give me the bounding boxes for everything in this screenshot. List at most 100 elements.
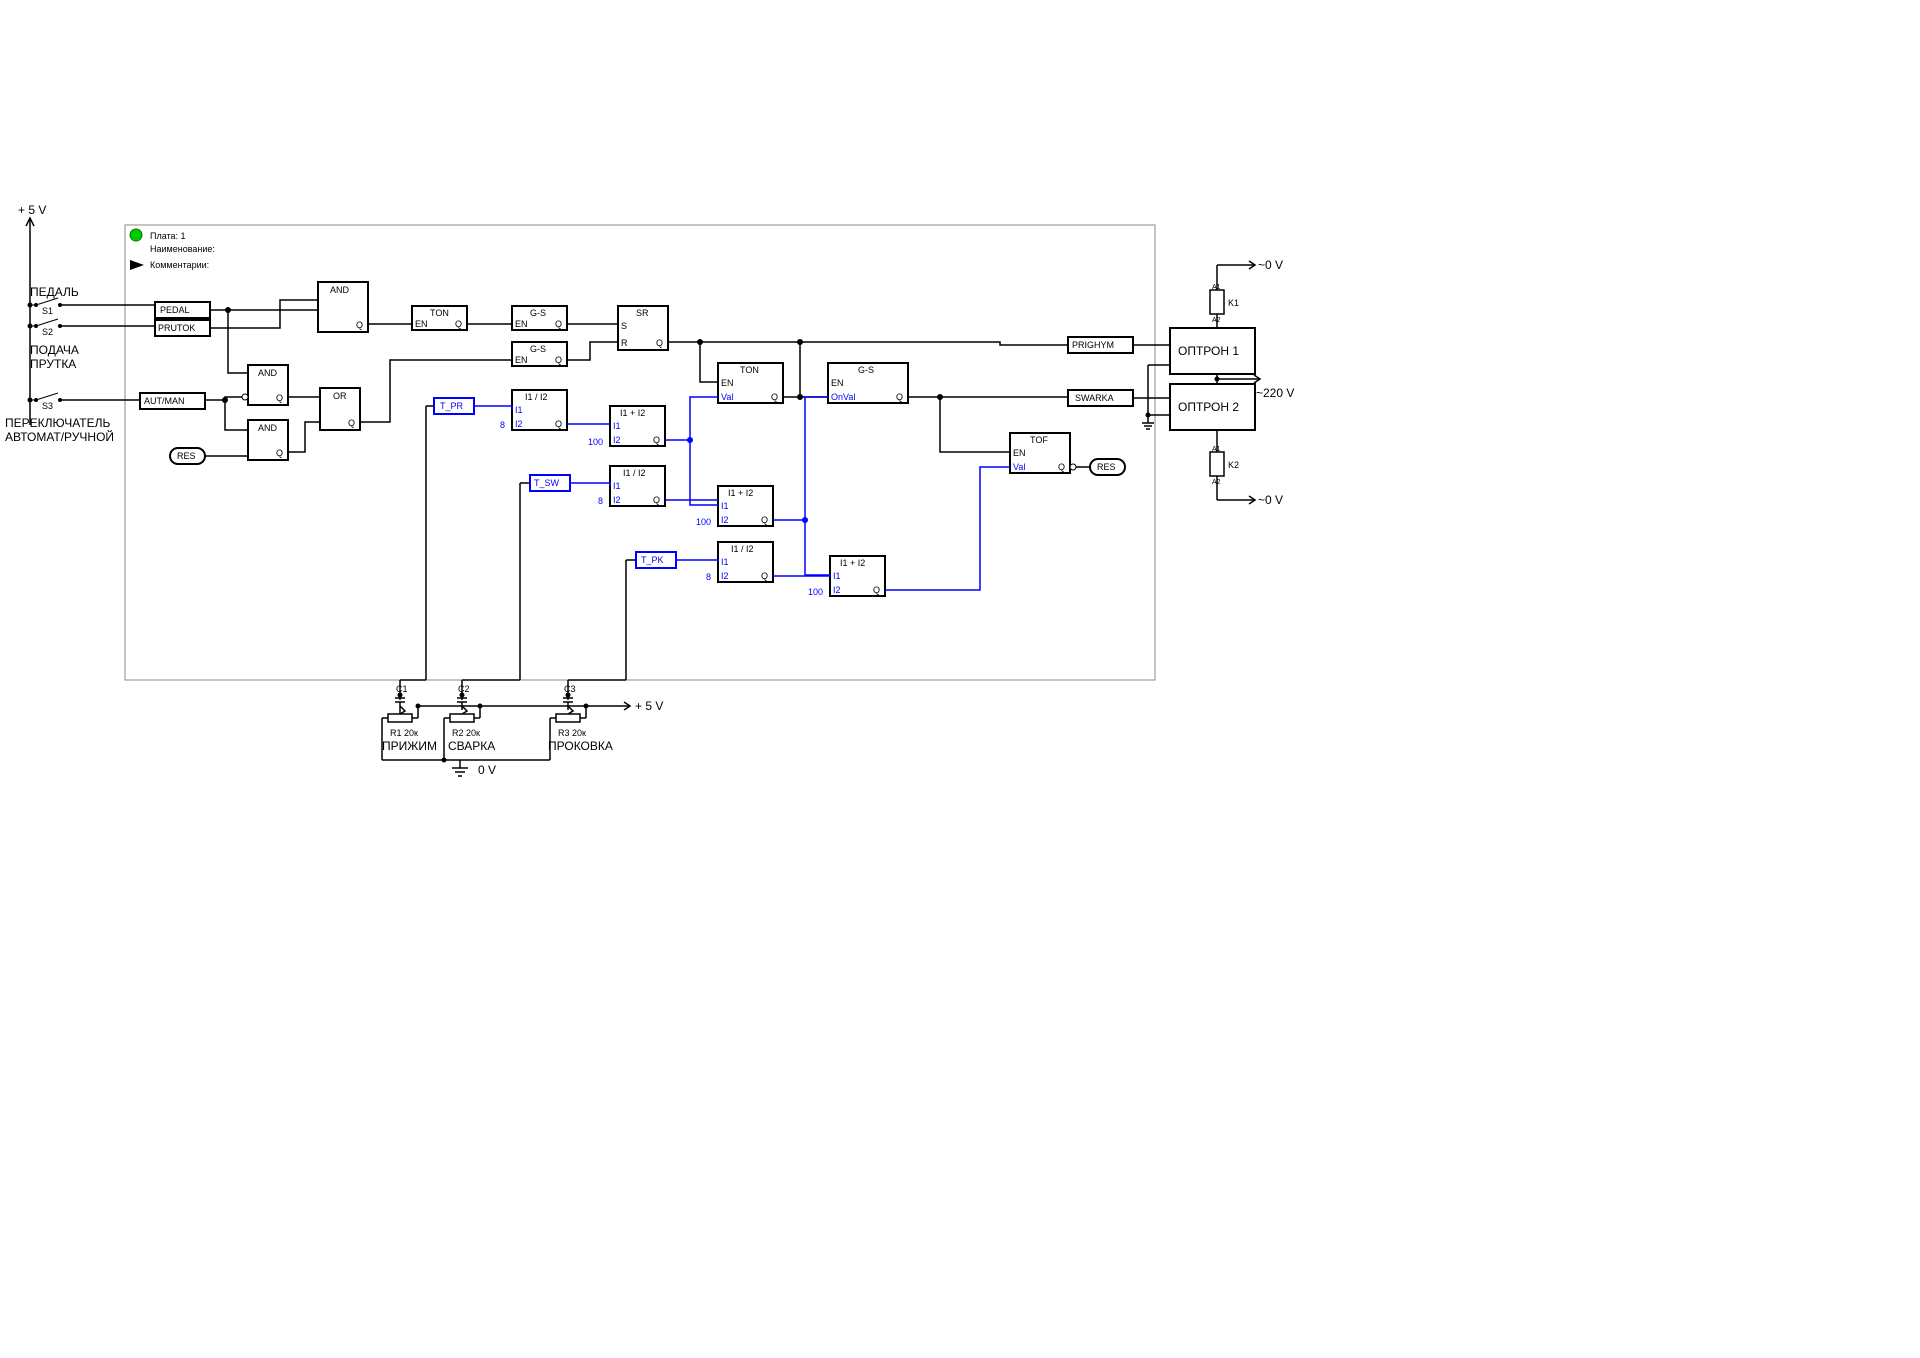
supply-rod-label: ПОДАЧА xyxy=(30,343,79,357)
tpk-label: T_PK xyxy=(641,555,664,565)
pedal-label: ПЕДАЛЬ xyxy=(30,285,79,299)
gs3-q: Q xyxy=(896,392,903,402)
div3-i1: I1 xyxy=(721,557,729,567)
const-8-3: 8 xyxy=(706,572,711,582)
s1-label: S1 xyxy=(42,306,53,316)
add3-i1: I1 xyxy=(833,571,841,581)
prokovka-label: ПРОКОВКА xyxy=(548,739,613,753)
wire-blue xyxy=(690,440,718,505)
add3-q: Q xyxy=(873,585,880,595)
pot-c2-r2 xyxy=(444,695,480,722)
r1-label: R1 20к xyxy=(390,728,418,738)
name-label: Наименование: xyxy=(150,244,215,254)
tilde0v-bot: ~0 V xyxy=(1258,493,1283,507)
wire-blue xyxy=(773,397,828,520)
wire-blue xyxy=(665,397,718,440)
res-right-label: RES xyxy=(1097,462,1116,472)
optron1-label: ОПТРОН 1 xyxy=(1178,344,1239,358)
add2-i1: I1 xyxy=(721,501,729,511)
tof-val: Val xyxy=(1013,462,1025,472)
div1-i1: I1 xyxy=(515,405,523,415)
ton2-val: Val xyxy=(721,392,733,402)
const-8-1: 8 xyxy=(500,420,505,430)
supply-rod-label2: ПРУТКА xyxy=(30,357,76,371)
or-q: Q xyxy=(348,418,355,428)
ton1-en: EN xyxy=(415,319,428,329)
gs1-q: Q xyxy=(555,319,562,329)
gs2-en: EN xyxy=(515,355,528,365)
div2-label: I1 / I2 xyxy=(623,468,646,478)
gs3-onval: OnVal xyxy=(831,392,855,402)
tpr-label: T_PR xyxy=(440,401,464,411)
div3-i2: I2 xyxy=(721,571,729,581)
add2-label: I1 + I2 xyxy=(728,488,753,498)
pot-c1-r1 xyxy=(382,695,418,722)
autman-block-label: AUT/MAN xyxy=(144,396,185,406)
s2-label: S2 xyxy=(42,327,53,337)
gs2-q: Q xyxy=(555,355,562,365)
div2-q: Q xyxy=(653,495,660,505)
switch-label2: АВТОМАТ/РУЧНОЙ xyxy=(5,429,114,444)
tof-en: EN xyxy=(1013,448,1026,458)
add1-q: Q xyxy=(653,435,660,445)
c3-label: C3 xyxy=(564,684,576,694)
prighym-label: PRIGHYM xyxy=(1072,340,1114,350)
k2-label: K2 xyxy=(1228,460,1239,470)
wire xyxy=(567,342,618,360)
or-label: OR xyxy=(333,391,347,401)
tilde0v-top: ~0 V xyxy=(1258,258,1283,272)
gs1-en: EN xyxy=(515,319,528,329)
k1-label: K1 xyxy=(1228,298,1239,308)
const-100-3: 100 xyxy=(808,587,823,597)
div1-i2: I2 xyxy=(515,419,523,429)
wire-blue xyxy=(570,483,610,486)
wire-blue xyxy=(805,520,830,575)
prutok-block-label: PRUTOK xyxy=(158,323,195,333)
and3-q: Q xyxy=(276,448,283,458)
diagram-canvas: Плата: 1 Наименование: Комментарии: + 5 … xyxy=(0,0,1920,1358)
wire xyxy=(228,310,248,373)
plus5v-bottom: + 5 V xyxy=(635,699,663,713)
status-dot-icon xyxy=(130,229,142,241)
div2-i2: I2 xyxy=(613,495,621,505)
tof-label: TOF xyxy=(1030,435,1048,445)
wire xyxy=(210,300,318,328)
switch-label1: ПЕРЕКЛЮЧАТЕЛЬ xyxy=(5,416,111,430)
not-bubble-icon xyxy=(242,394,248,400)
sr-q: Q xyxy=(656,338,663,348)
const-100-2: 100 xyxy=(696,517,711,527)
add2-i2: I2 xyxy=(721,515,729,525)
add3-i2: I2 xyxy=(833,585,841,595)
tsw-label: T_SW xyxy=(534,478,560,488)
r2-label: R2 20к xyxy=(452,728,480,738)
wire-blue xyxy=(885,467,1010,590)
gs2-label: G-S xyxy=(530,344,546,354)
gs3-en: EN xyxy=(831,378,844,388)
wire-blue xyxy=(676,560,718,562)
and3-label: AND xyxy=(258,423,278,433)
and1-label: AND xyxy=(330,285,350,295)
add3-label: I1 + I2 xyxy=(840,558,865,568)
div2-i1: I1 xyxy=(613,481,621,491)
pot-c3-r3 xyxy=(550,695,586,722)
sr-s: S xyxy=(621,321,627,331)
wire xyxy=(783,382,828,397)
sr-r: R xyxy=(621,338,628,348)
add1-i2: I2 xyxy=(613,435,621,445)
k1-relay xyxy=(1210,290,1224,314)
wire xyxy=(668,342,1068,345)
not-bubble-icon xyxy=(1070,464,1076,470)
wire xyxy=(225,400,248,430)
add1-label: I1 + I2 xyxy=(620,408,645,418)
arrow-icon xyxy=(130,260,144,270)
ton1-q: Q xyxy=(455,319,462,329)
const-8-2: 8 xyxy=(598,496,603,506)
plus5v-left-label: + 5 V xyxy=(18,203,46,217)
wire xyxy=(700,342,718,382)
add1-i1: I1 xyxy=(613,421,621,431)
ton2-q: Q xyxy=(771,392,778,402)
ton2-label: TON xyxy=(740,365,759,375)
comment-label: Комментарии: xyxy=(150,260,209,270)
zerov-bottom: 0 V xyxy=(478,763,496,777)
tof-q: Q xyxy=(1058,462,1065,472)
